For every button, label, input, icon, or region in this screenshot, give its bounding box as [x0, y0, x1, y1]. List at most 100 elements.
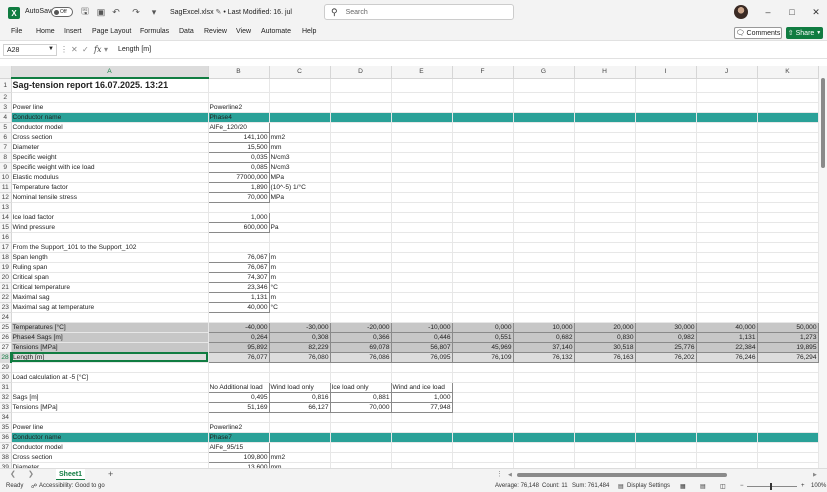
- cell-k15[interactable]: [757, 222, 819, 233]
- cell-b18[interactable]: 76,067: [207, 251, 270, 263]
- cell-k3[interactable]: [757, 102, 819, 113]
- cell-c20[interactable]: m: [269, 272, 331, 283]
- column-header-g[interactable]: G: [513, 66, 575, 79]
- cell-k37[interactable]: [757, 442, 819, 453]
- cell-d9[interactable]: [330, 162, 392, 173]
- cell-i34[interactable]: [635, 412, 697, 423]
- cell-h9[interactable]: [574, 162, 636, 173]
- cell-e27[interactable]: 56,807: [390, 341, 453, 353]
- cell-a5[interactable]: Conductor model: [11, 122, 209, 133]
- cell-e8[interactable]: [391, 152, 453, 163]
- cell-b9[interactable]: 0,085: [207, 161, 270, 173]
- cell-f20[interactable]: [452, 272, 514, 283]
- cell-f2[interactable]: [452, 92, 514, 103]
- cell-d14[interactable]: [330, 212, 392, 223]
- cell-j36[interactable]: [696, 432, 758, 443]
- cell-f15[interactable]: [452, 222, 514, 233]
- cell-g10[interactable]: [513, 172, 575, 183]
- cell-d19[interactable]: [330, 262, 392, 273]
- cell-b29[interactable]: [208, 362, 270, 373]
- cell-k33[interactable]: [757, 402, 819, 413]
- cell-b16[interactable]: [208, 232, 270, 243]
- cell-g17[interactable]: [513, 242, 575, 253]
- row-header[interactable]: 6: [0, 132, 12, 143]
- sum-readout[interactable]: Sum: 761,484: [572, 483, 609, 489]
- cell-j35[interactable]: [696, 422, 758, 433]
- cell-g5[interactable]: [513, 122, 575, 133]
- row-header[interactable]: 36: [0, 432, 12, 443]
- cell-f25[interactable]: 0,000: [451, 321, 514, 333]
- cell-i16[interactable]: [635, 232, 697, 243]
- average-readout[interactable]: Average: 76,148: [495, 483, 539, 489]
- row-header[interactable]: 35: [0, 422, 12, 433]
- cell-j37[interactable]: [696, 442, 758, 453]
- cell-a35[interactable]: Power line: [11, 422, 209, 433]
- cell-b21[interactable]: 23,346: [207, 281, 270, 293]
- comments-button[interactable]: 🗨 Comments: [734, 27, 782, 39]
- cell-j22[interactable]: [696, 292, 758, 303]
- cell-a19[interactable]: Ruling span: [11, 262, 209, 273]
- cell-e38[interactable]: [391, 452, 453, 463]
- cell-f27[interactable]: 45,969: [451, 341, 514, 353]
- cell-i1[interactable]: [635, 78, 697, 93]
- cell-e24[interactable]: [391, 312, 453, 323]
- cell-j9[interactable]: [696, 162, 758, 173]
- row-header[interactable]: 14: [0, 212, 12, 223]
- tab-home[interactable]: Home: [36, 28, 55, 35]
- cell-a36[interactable]: Conductor name: [11, 432, 209, 443]
- cell-h23[interactable]: [574, 302, 636, 313]
- cell-f10[interactable]: [452, 172, 514, 183]
- cell-d4[interactable]: [330, 112, 392, 123]
- cell-g11[interactable]: [513, 182, 575, 193]
- cell-f22[interactable]: [452, 292, 514, 303]
- tab-page-layout[interactable]: Page Layout: [92, 28, 131, 35]
- cell-f21[interactable]: [452, 282, 514, 293]
- cell-h25[interactable]: 20,000: [573, 321, 636, 333]
- cell-k17[interactable]: [757, 242, 819, 253]
- row-header[interactable]: 37: [0, 442, 12, 453]
- row-header[interactable]: 24: [0, 312, 12, 323]
- cell-e10[interactable]: [391, 172, 453, 183]
- cell-j11[interactable]: [696, 182, 758, 193]
- cell-i17[interactable]: [635, 242, 697, 253]
- cell-i27[interactable]: 25,776: [634, 341, 697, 353]
- customize-icon[interactable]: ▾: [148, 6, 160, 18]
- cell-k11[interactable]: [757, 182, 819, 193]
- scroll-right-icon[interactable]: ▶: [813, 472, 817, 478]
- cell-k25[interactable]: 50,000: [756, 321, 819, 333]
- cell-b2[interactable]: [208, 92, 270, 103]
- cell-h33[interactable]: [574, 402, 636, 413]
- cell-d2[interactable]: [330, 92, 392, 103]
- row-header[interactable]: 15: [0, 222, 12, 233]
- cell-g32[interactable]: [513, 392, 575, 403]
- cell-f9[interactable]: [452, 162, 514, 173]
- cell-b24[interactable]: [208, 312, 270, 323]
- cell-e35[interactable]: [391, 422, 453, 433]
- cell-f24[interactable]: [452, 312, 514, 323]
- cell-c37[interactable]: [269, 442, 331, 453]
- cell-e37[interactable]: [391, 442, 453, 453]
- cell-f28[interactable]: 76,109: [451, 351, 514, 363]
- cell-h34[interactable]: [574, 412, 636, 423]
- cell-c31[interactable]: Wind load only: [268, 381, 331, 393]
- cell-d35[interactable]: [330, 422, 392, 433]
- cell-h14[interactable]: [574, 212, 636, 223]
- row-header[interactable]: 20: [0, 272, 12, 283]
- count-readout[interactable]: Count: 11: [542, 483, 568, 489]
- cell-d7[interactable]: [330, 142, 392, 153]
- cell-k12[interactable]: [757, 192, 819, 203]
- cell-h3[interactable]: [574, 102, 636, 113]
- cell-j14[interactable]: [696, 212, 758, 223]
- cell-i20[interactable]: [635, 272, 697, 283]
- cell-c28[interactable]: 76,080: [268, 351, 331, 363]
- cell-g14[interactable]: [513, 212, 575, 223]
- cell-i3[interactable]: [635, 102, 697, 113]
- cell-d24[interactable]: [330, 312, 392, 323]
- cell-j28[interactable]: 76,246: [695, 351, 758, 363]
- cell-i10[interactable]: [635, 172, 697, 183]
- cell-a32[interactable]: Sags [m]: [11, 392, 209, 403]
- cell-c25[interactable]: -30,000: [268, 321, 331, 333]
- cell-d27[interactable]: 69,078: [329, 341, 392, 353]
- cell-e36[interactable]: [391, 432, 453, 443]
- cell-h15[interactable]: [574, 222, 636, 233]
